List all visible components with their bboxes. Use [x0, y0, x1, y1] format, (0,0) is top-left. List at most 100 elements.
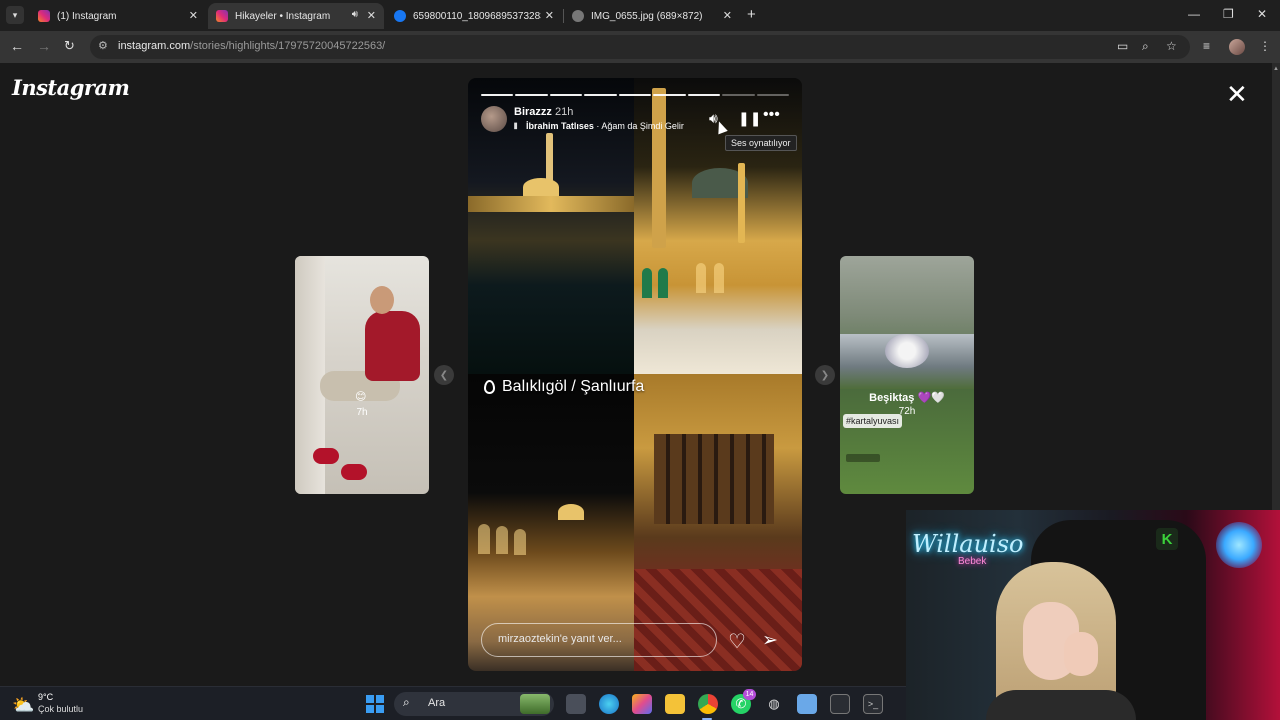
- location-text: Balıklıgöl / Şanlıurfa: [502, 378, 645, 395]
- cast-icon[interactable]: ▭: [1117, 39, 1128, 53]
- weather-condition[interactable]: Çok bulutlu: [38, 704, 83, 714]
- windows-taskbar: ⛅ 9°C Çok bulutlu ⌕ Ara ✆ 14 ◍ >_: [0, 686, 906, 720]
- instagram-icon: [38, 10, 50, 22]
- close-icon[interactable]: ✕: [723, 9, 732, 22]
- photo-arch: [658, 268, 668, 298]
- photo-shelves: [654, 434, 774, 524]
- previous-story-preview[interactable]: 😊 7h: [295, 256, 429, 494]
- address-bar[interactable]: ⚙ instagram.com/stories/highlights/17975…: [90, 35, 1190, 59]
- photo-minaret: [738, 163, 745, 243]
- photo-dome: [558, 504, 584, 520]
- obs-icon[interactable]: ◍: [764, 694, 784, 714]
- restore-icon[interactable]: ❐: [1223, 7, 1234, 21]
- reload-icon[interactable]: ↻: [64, 38, 75, 54]
- photo-person-head: [370, 286, 394, 314]
- more-options-icon[interactable]: •••: [763, 106, 780, 124]
- search-icon: ⌕: [403, 695, 410, 709]
- story-emoji: 😊: [355, 391, 367, 403]
- file-explorer-icon[interactable]: [665, 694, 685, 714]
- heart-icon[interactable]: ♡: [728, 629, 746, 654]
- taskbar-search-label: Ara: [428, 697, 446, 709]
- minimize-icon[interactable]: —: [1188, 7, 1200, 21]
- tab-title: (1) Instagram: [57, 10, 117, 22]
- story-author-avatar[interactable]: [481, 106, 507, 132]
- task-view-icon[interactable]: [566, 694, 586, 714]
- profile-avatar[interactable]: [1229, 39, 1245, 55]
- audio-tooltip: Ses oynatılıyor: [725, 135, 797, 151]
- taskbar-search[interactable]: ⌕ Ara: [394, 692, 554, 716]
- hashtag-sticker: #kartalyuvası: [843, 414, 903, 428]
- close-icon[interactable]: ✕: [545, 9, 554, 22]
- location-pin-icon: [484, 380, 495, 394]
- progress-segment: [653, 94, 686, 96]
- speaker-icon[interactable]: 🔊︎: [352, 9, 358, 20]
- photo-lit-arcade: [468, 196, 634, 212]
- location-sticker[interactable]: Balıklıgöl / Şanlıurfa: [484, 378, 644, 396]
- bookmark-star-icon[interactable]: ☆: [1166, 39, 1177, 53]
- scroll-up-icon[interactable]: ▲: [1273, 66, 1279, 72]
- close-stories-icon[interactable]: ✕: [1226, 81, 1248, 107]
- progress-segment: [584, 94, 617, 96]
- tab-facebook-image[interactable]: 659800110_180968953732838... ✕: [386, 3, 562, 29]
- site-info-icon[interactable]: ⚙: [98, 39, 108, 52]
- reply-input[interactable]: mirzaoztekin'e yanıt ver...: [481, 623, 717, 657]
- notepad-icon[interactable]: [797, 694, 817, 714]
- tab-search-button[interactable]: ▾: [6, 6, 24, 24]
- story-author-username[interactable]: Birazzz: [514, 106, 552, 118]
- new-tab-button[interactable]: +: [747, 6, 756, 23]
- next-story-arrow-icon[interactable]: ❯: [815, 365, 835, 385]
- url-host: instagram.com: [118, 40, 191, 52]
- photo-arch: [496, 526, 508, 554]
- music-title: Ağam da Şimdi Gelir: [601, 121, 684, 131]
- url-text[interactable]: instagram.com/stories/highlights/1797572…: [118, 40, 385, 52]
- console-icon[interactable]: >_: [863, 694, 883, 714]
- story-username-emoji: 💜🤍: [917, 392, 945, 404]
- media-control-icon[interactable]: ≡: [1203, 39, 1210, 53]
- instagram-icon: [216, 10, 228, 22]
- photo-arch: [714, 263, 724, 293]
- tab-img-jpg[interactable]: IMG_0655.jpg (689×872) ✕: [564, 3, 740, 29]
- story-username: Beşiktaş 💜🤍: [840, 391, 974, 404]
- neon-sign-sub: Bebek: [958, 556, 987, 567]
- zoom-icon[interactable]: ⌕: [1142, 39, 1149, 54]
- streamer-hand: [1064, 632, 1098, 676]
- story-time: 21h: [555, 106, 574, 118]
- story-music[interactable]: ⫴ İbrahim Tatlıses · Ağam da Şimdi Gelir: [514, 121, 684, 132]
- close-icon[interactable]: ✕: [367, 9, 376, 22]
- chrome-icon[interactable]: [698, 694, 718, 714]
- instagram-logo[interactable]: Instagram: [12, 75, 130, 100]
- back-icon[interactable]: ←: [10, 38, 24, 54]
- tab-stories[interactable]: Hikayeler • Instagram 🔊︎ ✕: [208, 3, 384, 29]
- weather-temperature[interactable]: 9°C: [38, 692, 53, 702]
- tab-title: 659800110_180968953732838...: [413, 10, 541, 22]
- url-path: /stories/highlights/17975720045722563/: [190, 40, 386, 52]
- send-icon[interactable]: ➢: [762, 629, 778, 652]
- photo-arch: [514, 529, 526, 555]
- windows-start-icon[interactable]: [366, 695, 384, 713]
- photo-slipper: [341, 464, 367, 480]
- previous-story-arrow-icon[interactable]: ❮: [434, 365, 454, 385]
- weather-cloud-icon[interactable]: ⛅: [12, 695, 34, 716]
- progress-segment: [515, 94, 548, 96]
- next-story-preview[interactable]: Beşiktaş 💜🤍 72h #kartalyuvası: [840, 256, 974, 494]
- forward-icon[interactable]: →: [37, 38, 51, 54]
- photo-arch: [478, 524, 490, 554]
- terminal-icon[interactable]: [830, 694, 850, 714]
- progress-segment: [481, 94, 514, 96]
- current-story[interactable]: Birazzz 21h ⫴ İbrahim Tatlıses · Ağam da …: [468, 78, 802, 671]
- menu-dots-icon[interactable]: ⋮: [1259, 39, 1271, 53]
- webcam-overlay: Willauiso Bebek K: [906, 510, 1280, 720]
- k-logo-icon: K: [1156, 528, 1178, 550]
- tiny-caption-sticker: [846, 454, 880, 462]
- story-username-text: Beşiktaş: [869, 392, 915, 404]
- copilot-icon[interactable]: [632, 694, 652, 714]
- pause-icon[interactable]: ❚❚: [738, 110, 761, 127]
- progress-segment: [618, 94, 652, 96]
- photo-slipper: [313, 448, 339, 464]
- neon-sign: Willauiso: [912, 530, 1024, 558]
- photo-person-body: [365, 311, 420, 381]
- edge-icon[interactable]: [599, 694, 619, 714]
- tab-instagram[interactable]: (1) Instagram ✕: [30, 3, 206, 29]
- close-icon[interactable]: ✕: [189, 9, 198, 22]
- window-close-icon[interactable]: ✕: [1257, 7, 1267, 21]
